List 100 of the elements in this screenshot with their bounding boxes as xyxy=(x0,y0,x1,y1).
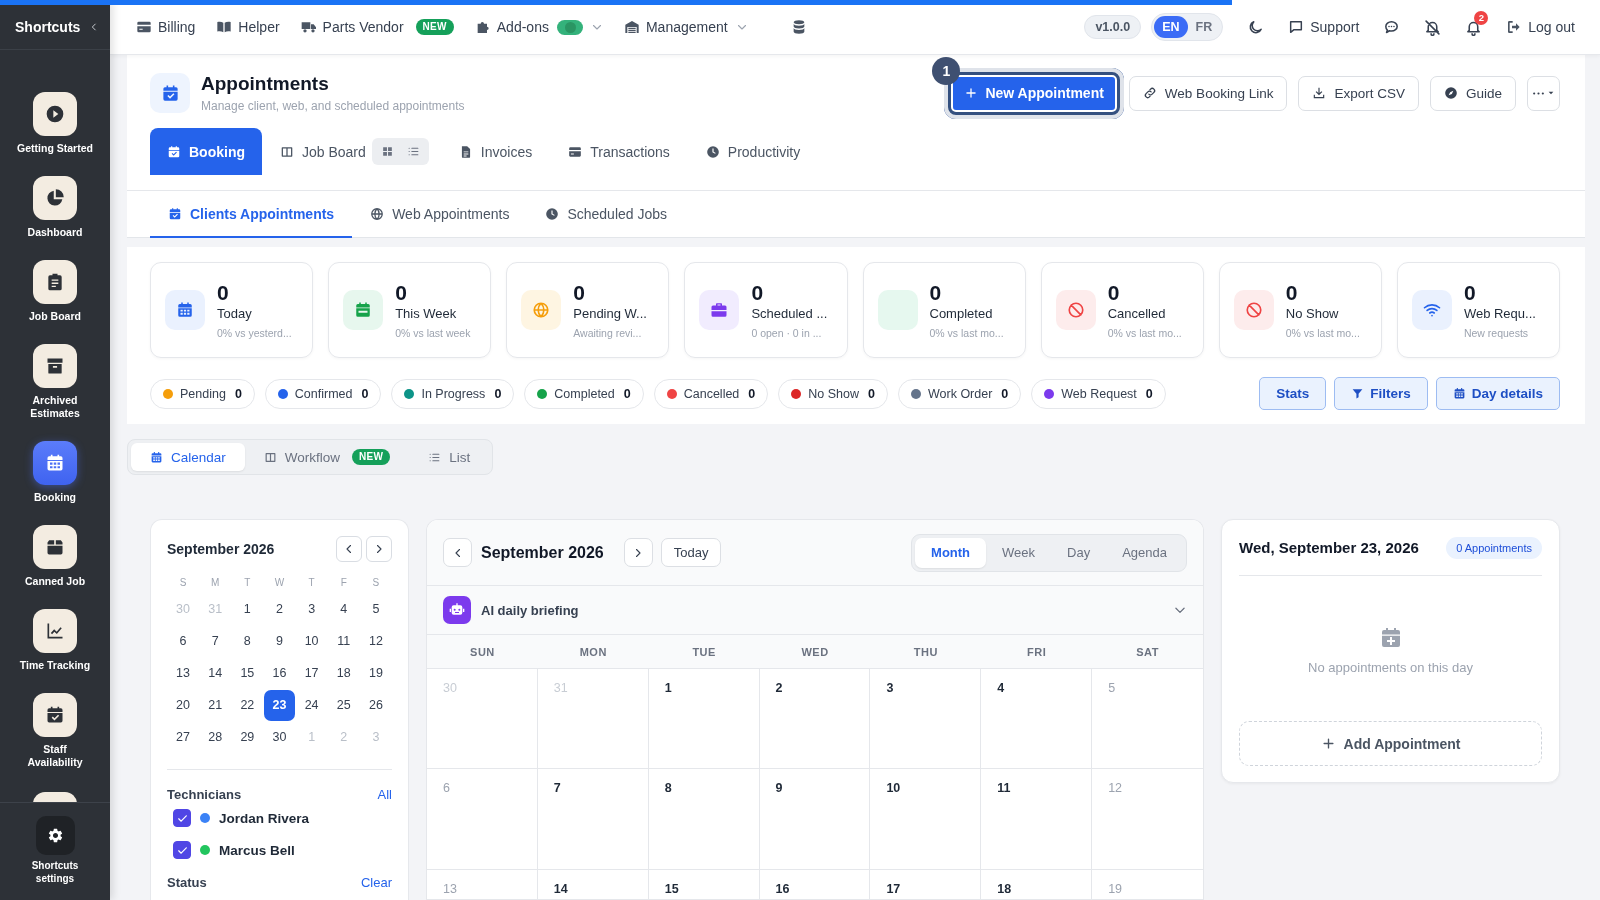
toggle-switch[interactable] xyxy=(556,19,583,35)
calendar-day[interactable]: 3 xyxy=(296,593,328,625)
support-link[interactable]: Support xyxy=(1288,19,1360,35)
grid-view-icon[interactable] xyxy=(380,145,394,158)
tab[interactable]: Productivity xyxy=(687,128,819,175)
day-cell[interactable]: 16 xyxy=(759,870,871,900)
calendar-day[interactable]: 24 xyxy=(296,689,328,721)
calendar-day[interactable]: 15 xyxy=(231,657,263,689)
calendar-day[interactable]: 20 xyxy=(167,689,199,721)
day-cell[interactable]: 11 xyxy=(981,769,1093,870)
status-filter-chip[interactable]: Cancelled 0 xyxy=(653,378,769,409)
sub-tab[interactable]: Web Appointments xyxy=(352,191,528,238)
day-cell[interactable]: 1 xyxy=(648,669,760,769)
calendar-day[interactable]: 14 xyxy=(199,657,231,689)
nav-dropdown[interactable]: Management xyxy=(623,19,748,35)
day-cell[interactable]: 3 xyxy=(870,669,982,769)
calendar-day[interactable]: 1 xyxy=(231,593,263,625)
status-filter-chip[interactable]: No Show 0 xyxy=(778,378,888,409)
shortcut-item[interactable]: Time Tracking xyxy=(19,609,91,672)
tab[interactable]: Booking xyxy=(150,128,262,175)
day-cell[interactable]: 7 xyxy=(537,769,649,870)
calendar-day[interactable]: 17 xyxy=(296,657,328,689)
calendar-day[interactable]: 16 xyxy=(264,657,295,689)
calendar-day[interactable]: 29 xyxy=(231,721,263,753)
status-filter-chip[interactable]: Pending 0 xyxy=(150,378,255,409)
mode-tab[interactable]: Agenda xyxy=(1106,537,1183,568)
language-option[interactable]: EN xyxy=(1154,16,1188,38)
checkbox[interactable] xyxy=(173,809,191,827)
shortcut-item[interactable]: Staff Availability xyxy=(15,693,95,769)
calendar-day[interactable]: 25 xyxy=(328,689,360,721)
calendar-day[interactable]: 19 xyxy=(360,657,392,689)
shortcut-item[interactable]: Getting Started xyxy=(17,92,93,155)
shortcut-item[interactable]: Archived Estimates xyxy=(15,344,95,420)
tab[interactable]: Invoices xyxy=(440,128,551,175)
clear-link[interactable]: Clear xyxy=(360,874,392,890)
list-view-icon[interactable] xyxy=(406,145,420,158)
mode-tab[interactable]: Day xyxy=(1051,537,1107,568)
calendar-day[interactable]: 7 xyxy=(199,625,231,657)
guide-button[interactable]: Guide xyxy=(1429,75,1516,111)
status-filter-chip[interactable]: Confirmed 0 xyxy=(264,378,382,409)
calendar-day[interactable]: 27 xyxy=(167,721,199,753)
day-cell[interactable]: 18 xyxy=(981,870,1093,900)
status-filter-chip[interactable]: In Progress 0 xyxy=(391,378,515,409)
nav-link[interactable]: Parts Vendor NEW xyxy=(300,19,454,35)
calendar-day[interactable]: 4 xyxy=(328,593,360,625)
calendar-day[interactable]: 28 xyxy=(199,721,231,753)
language-option[interactable]: FR xyxy=(1187,16,1221,38)
nav-link[interactable]: Billing xyxy=(136,19,196,35)
calendar-day[interactable]: 11 xyxy=(328,625,360,657)
view-tab[interactable]: Calendar xyxy=(131,443,245,471)
day-details-button[interactable]: Day details xyxy=(1435,377,1560,410)
sub-tab[interactable]: Scheduled Jobs xyxy=(527,191,686,238)
calendar-day[interactable]: 22 xyxy=(231,689,263,721)
calendar-day[interactable]: 12 xyxy=(360,625,392,657)
today-button[interactable]: Today xyxy=(660,538,722,567)
day-cell[interactable]: 10 xyxy=(870,769,982,870)
calendar-day[interactable]: 8 xyxy=(231,625,263,657)
mode-tab[interactable]: Month xyxy=(915,537,987,568)
calendar-day[interactable]: 2 xyxy=(264,593,295,625)
mode-tab[interactable]: Week xyxy=(986,537,1052,568)
moon-icon[interactable] xyxy=(1247,18,1265,36)
nav-dropdown[interactable]: Add-ons xyxy=(474,19,603,35)
bell-slash-icon[interactable] xyxy=(1424,18,1442,36)
checkbox[interactable] xyxy=(173,841,191,859)
stats-button[interactable]: Stats xyxy=(1259,377,1327,410)
calendar-day[interactable]: 9 xyxy=(264,625,295,657)
status-filter-chip[interactable]: Completed 0 xyxy=(524,378,644,409)
status-filter-chip[interactable]: Web Request 0 xyxy=(1031,378,1166,409)
shortcut-item[interactable]: Canned Job xyxy=(24,525,86,588)
filters-button[interactable]: Filters xyxy=(1334,377,1428,410)
view-tab[interactable]: Workflow NEW xyxy=(244,443,410,471)
shortcut-item[interactable]: Booking xyxy=(33,441,77,504)
tab[interactable]: Job Board xyxy=(262,128,372,175)
ai-briefing-bar[interactable]: AI daily briefing xyxy=(427,586,1203,635)
calendar-day[interactable]: 26 xyxy=(360,689,392,721)
web-booking-link-button[interactable]: Web Booking Link xyxy=(1128,75,1288,111)
calendar-day[interactable]: 10 xyxy=(296,625,328,657)
status-filter-chip[interactable]: Work Order 0 xyxy=(897,378,1022,409)
day-cell[interactable]: 4 xyxy=(981,669,1093,769)
calendar-day[interactable]: 5 xyxy=(360,593,392,625)
day-cell[interactable]: 9 xyxy=(759,769,871,870)
calendar-day[interactable]: 23 xyxy=(264,689,295,721)
calendar-day[interactable]: 18 xyxy=(328,657,360,689)
calendar-day[interactable]: 21 xyxy=(199,689,231,721)
view-tab[interactable]: List xyxy=(409,443,490,471)
calendar-day[interactable]: 6 xyxy=(167,625,199,657)
day-cell[interactable]: 17 xyxy=(870,870,982,900)
shortcut-item[interactable]: Dashboard xyxy=(27,176,83,239)
calendar-day[interactable]: 30 xyxy=(264,721,295,753)
logout-link[interactable]: Log out xyxy=(1506,19,1575,35)
chat-dots-icon[interactable] xyxy=(1383,18,1401,36)
tab[interactable]: Transactions xyxy=(550,128,688,175)
day-cell[interactable]: 8 xyxy=(648,769,760,870)
day-cell[interactable]: 2 xyxy=(759,669,871,769)
sub-tab[interactable]: Clients Appointments xyxy=(150,191,353,238)
day-cell[interactable]: 14 xyxy=(537,870,649,900)
calendar-day[interactable]: 13 xyxy=(167,657,199,689)
export-csv-button[interactable]: Export CSV xyxy=(1298,75,1419,111)
nav-link[interactable]: Helper xyxy=(216,19,280,35)
select-all-link[interactable]: All xyxy=(377,786,392,802)
